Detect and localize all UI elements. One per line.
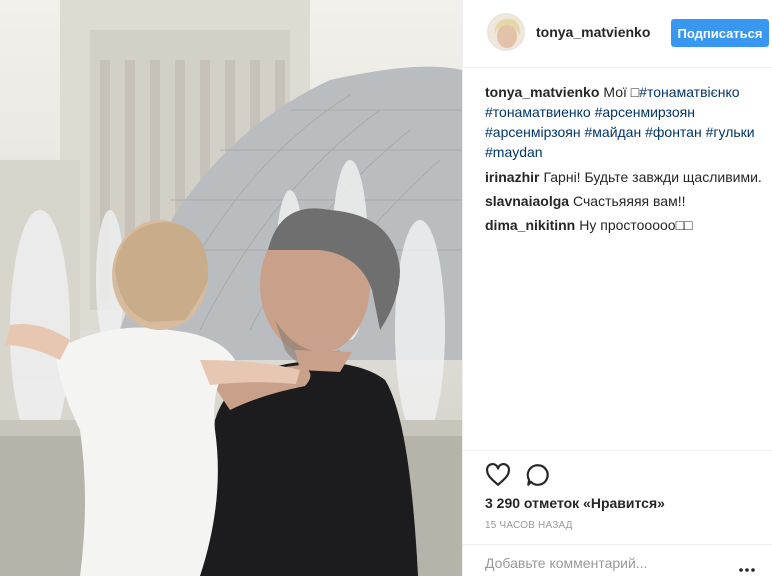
post-actions: [463, 450, 772, 495]
author-avatar[interactable]: [487, 13, 525, 51]
likes-count[interactable]: 3 290 отметок «Нравится»: [485, 495, 665, 511]
author-username[interactable]: tonya_matvienko: [536, 24, 650, 40]
caption-text: Мої: [603, 84, 631, 100]
caption-emoji: □: [630, 84, 640, 100]
ellipsis-icon: [739, 568, 755, 572]
comments-list: tonya_matvienko Мої □#тонаматвієнко #тона…: [485, 82, 765, 239]
hashtag-link[interactable]: #майдан: [585, 124, 642, 140]
heart-icon[interactable]: [485, 462, 511, 488]
comment-text: Гарні! Будьте завжди щасливими.: [543, 169, 762, 185]
follow-button[interactable]: Подписаться: [671, 19, 769, 47]
caption-username[interactable]: tonya_matvienko: [485, 84, 599, 100]
comment-text: Счастьяяяя вам!!: [573, 193, 686, 209]
post-header: tonya_matvienko Подписаться: [463, 0, 772, 68]
hashtag-link[interactable]: #тонаматвієнко: [639, 84, 739, 100]
photo-illustration: [0, 0, 462, 576]
caption: tonya_matvienko Мої □#тонаматвієнко #тона…: [485, 82, 765, 162]
post-timestamp[interactable]: 15 ЧАСОВ НАЗАД: [485, 520, 573, 531]
hashtag-link[interactable]: #гульки: [706, 124, 755, 140]
heart-icon-graphic: [486, 462, 510, 486]
hashtag-link[interactable]: #тонаматвиенко: [485, 104, 591, 120]
comment-item: irinazhir Гарні! Будьте завжди щасливими.: [485, 167, 765, 187]
add-comment-input[interactable]: [485, 553, 735, 573]
avatar-image: [488, 14, 524, 50]
post-details-panel: tonya_matvienko Подписаться tonya_matvie…: [462, 0, 772, 576]
comment-item: dima_nikitinn Ну простооооо□□: [485, 215, 765, 235]
hashtag-link[interactable]: #фонтан: [645, 124, 702, 140]
hashtag-link[interactable]: #арсенмирзоян: [595, 104, 695, 120]
post-photo[interactable]: [0, 0, 462, 576]
hashtag-link[interactable]: #maydan: [485, 144, 543, 160]
comment-icon[interactable]: [525, 462, 551, 488]
comment-username[interactable]: irinazhir: [485, 169, 539, 185]
add-comment-bar: [463, 544, 772, 576]
comment-username[interactable]: slavnaiaolga: [485, 193, 569, 209]
more-options-icon[interactable]: [739, 559, 755, 577]
comment-username[interactable]: dima_nikitinn: [485, 217, 575, 233]
comment-icon-graphic: [526, 464, 549, 486]
comment-text: Ну простооооо□□: [579, 217, 693, 233]
hashtag-link[interactable]: #арсенмірзоян: [485, 124, 581, 140]
comment-item: slavnaiaolga Счастьяяяя вам!!: [485, 191, 765, 211]
